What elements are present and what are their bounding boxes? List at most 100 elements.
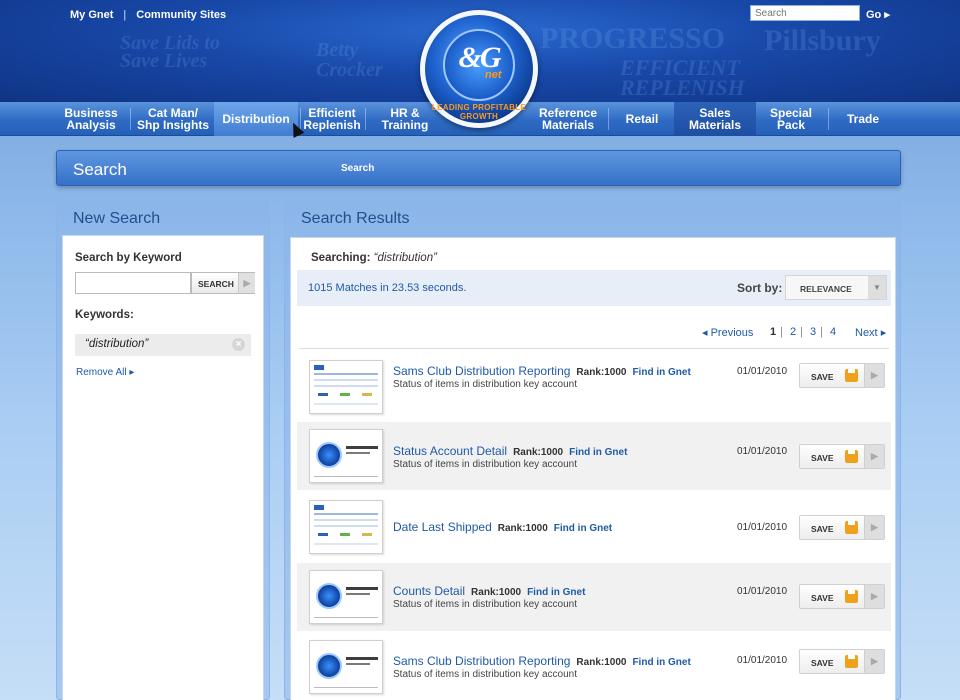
keyword-label: Search by Keyword (75, 252, 182, 264)
pager-page-2[interactable]: 2 (790, 326, 796, 338)
save-button[interactable]: SAVE ▶ (799, 649, 885, 674)
result-title-link[interactable]: Date Last Shipped (393, 520, 492, 534)
save-button[interactable]: SAVE ▶ (799, 444, 885, 469)
pager-page-4[interactable]: 4 (830, 326, 836, 338)
thumb-line (314, 617, 378, 618)
thumb-line (314, 687, 378, 688)
nav-cat-man[interactable]: Cat Man/Shp Insights (134, 102, 212, 136)
result-title-link[interactable]: Counts Detail (393, 584, 465, 598)
nav-label-2: Replenish (303, 118, 361, 132)
pager-next[interactable]: Next ▸ (855, 326, 886, 339)
global-search-input[interactable] (750, 5, 860, 21)
result-title-link[interactable]: Sams Club Distribution Reporting (393, 654, 570, 668)
nav-retail[interactable]: Retail (612, 102, 672, 136)
find-in-gnet-link[interactable]: Find in Gnet (632, 657, 690, 668)
sort-select[interactable]: RELEVANCE ▼ (785, 275, 887, 300)
thumb-line (346, 587, 378, 590)
remove-keyword-icon[interactable]: × (232, 338, 245, 351)
folder-save-icon (845, 590, 858, 603)
thumb-line (346, 663, 370, 665)
my-gnet-link[interactable]: My Gnet (70, 9, 113, 21)
pager-page-3[interactable]: 3 (810, 326, 816, 338)
chevron-right-icon: ▸ (880, 327, 887, 339)
nav-sales-materials[interactable]: Sales Materials (674, 102, 756, 136)
nav-business-analysis[interactable]: Business Analysis (56, 102, 126, 136)
search-title-bar: Search Search (56, 150, 901, 186)
result-date: 01/01/2010 (737, 522, 788, 533)
logo-slogan: LEADING PROFITABLE GROWTH (431, 103, 527, 121)
save-button[interactable]: SAVE ▶ (799, 584, 885, 609)
thumb-line (314, 513, 378, 515)
nav-distribution[interactable]: Distribution (214, 102, 298, 136)
community-sites-link[interactable]: Community Sites (136, 9, 226, 21)
thumb-line (346, 446, 378, 449)
nav-reference-materials[interactable]: Reference Materials (534, 102, 602, 136)
top-separator: | (123, 9, 127, 21)
new-search-title: New Search (73, 210, 161, 227)
searching-line: Searching: “distribution” (311, 252, 437, 264)
spreadsheet-thumbnail[interactable] (309, 360, 383, 414)
nav-divider (828, 108, 829, 130)
result-description: Status of items in distribution key acco… (393, 669, 577, 680)
result-row: Sams Club Distribution Reporting Rank:100… (297, 634, 891, 700)
find-in-gnet-link[interactable]: Find in Gnet (527, 587, 585, 598)
thumb-header (314, 505, 324, 510)
nav-efficient-replenish[interactable]: Efficient Replenish (302, 102, 362, 136)
thumb-line (314, 543, 378, 545)
nav-trade[interactable]: Trade (832, 102, 894, 136)
chevron-left-icon: ◂ (702, 327, 708, 339)
keyword-chip: “distribution” × (75, 334, 251, 356)
result-rank: Rank:1000 (576, 657, 627, 668)
chevron-down-icon: ▼ (868, 276, 886, 299)
result-date: 01/01/2010 (737, 655, 788, 666)
find-in-gnet-link[interactable]: Find in Gnet (569, 447, 627, 458)
save-button[interactable]: SAVE ▶ (799, 515, 885, 540)
nav-label-2: Training (381, 118, 429, 132)
sort-label: Sort by: (737, 281, 783, 295)
thumb-logo (316, 653, 342, 679)
top-links: My Gnet | Community Sites (70, 9, 226, 21)
spreadsheet-thumbnail[interactable] (309, 500, 383, 554)
thumb-line (314, 385, 378, 387)
result-row: Status Account Detail Rank:1000 Find in Gn… (297, 422, 891, 490)
keyword-search-button[interactable]: SEARCH ▶ (191, 272, 255, 294)
document-thumbnail[interactable] (309, 640, 383, 694)
bg-brand-betty: Betty Crocker (316, 39, 383, 81)
find-in-gnet-link[interactable]: Find in Gnet (554, 523, 612, 534)
thumb-line (314, 373, 378, 375)
nav-label: Trade (846, 112, 879, 126)
result-rank: Rank:1000 (513, 447, 564, 458)
nav-special-pack[interactable]: Special Pack (758, 102, 824, 136)
chevron-right-icon: ▸ (884, 9, 890, 21)
save-label: SAVE (811, 593, 834, 603)
save-label: SAVE (811, 658, 834, 668)
thumb-line (314, 379, 378, 381)
result-description: Status of items in distribution key acco… (393, 599, 577, 610)
page-number: 1 (770, 326, 777, 338)
thumb-line (346, 657, 378, 660)
document-thumbnail[interactable] (309, 570, 383, 624)
result-title-line: Sams Club Distribution Reporting Rank:100… (393, 654, 691, 668)
page-title: Search (73, 160, 127, 179)
save-button[interactable]: SAVE ▶ (799, 363, 885, 388)
find-in-gnet-link[interactable]: Find in Gnet (632, 367, 690, 378)
nav-divider (130, 108, 131, 130)
thumb-cell (362, 533, 372, 536)
go-button[interactable]: Go ▸ (866, 8, 890, 21)
nav-label-2: Pack (776, 118, 806, 132)
remove-all-link[interactable]: Remove All ▸ (76, 367, 134, 378)
pager-page-1[interactable]: 1 (770, 326, 776, 338)
nav-divider (365, 108, 366, 130)
keyword-input[interactable] (75, 272, 191, 294)
result-title-link[interactable]: Sams Club Distribution Reporting (393, 364, 570, 378)
pager-previous[interactable]: ◂ Previous (702, 326, 753, 339)
document-thumbnail[interactable] (309, 429, 383, 483)
nav-label: Distribution (222, 112, 290, 126)
thumb-cell (318, 393, 328, 396)
gnet-logo[interactable]: &G net LEADING PROFITABLE GROWTH (420, 10, 538, 128)
folder-save-icon (845, 655, 858, 668)
arrow-right-icon: ▶ (864, 585, 884, 608)
bg-brand-pillsbury: Pillsbury (764, 24, 881, 57)
thumb-header (314, 365, 324, 370)
result-title-link[interactable]: Status Account Detail (393, 444, 507, 458)
